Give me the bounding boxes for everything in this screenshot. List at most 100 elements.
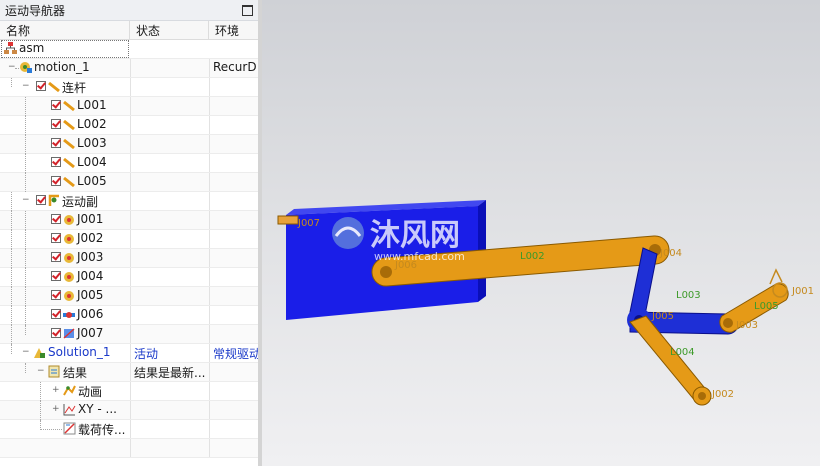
checkbox-joints[interactable] xyxy=(36,195,46,205)
tree-row-links[interactable]: − 连杆 xyxy=(0,78,262,97)
label-J001: J001 xyxy=(791,286,814,297)
watermark-title: 沐风网 xyxy=(370,218,460,253)
tree-label-L003: L003 xyxy=(77,136,107,150)
tree-row-J005[interactable]: J005 xyxy=(0,287,262,306)
tree-row-J002[interactable]: J002 xyxy=(0,230,262,249)
tree-label-J007: J007 xyxy=(77,326,104,340)
label-J007: J007 xyxy=(297,218,320,229)
status-value-solution-1: 活动 xyxy=(134,347,159,361)
checkbox-L003[interactable] xyxy=(51,138,61,148)
tree-row-motion-1[interactable]: − motion_1 RecurD xyxy=(0,59,262,78)
motion-icon xyxy=(20,62,32,73)
tree-row-L003[interactable]: L003 xyxy=(0,135,262,154)
checkbox-J002[interactable] xyxy=(51,233,61,243)
tree-row-J003[interactable]: J003 xyxy=(0,249,262,268)
column-header-status[interactable]: 状态 xyxy=(130,21,209,40)
tree-row-animation[interactable]: + 动画 xyxy=(0,382,262,401)
checkbox-L004[interactable] xyxy=(51,157,61,167)
results-icon xyxy=(48,365,60,378)
checkbox-J004[interactable] xyxy=(51,271,61,281)
link-icon xyxy=(63,100,75,112)
tree-label-solution-1: Solution_1 xyxy=(48,345,111,359)
checkbox-J007[interactable] xyxy=(51,328,61,338)
tree-label-J006: J006 xyxy=(77,307,104,321)
column-header-environment[interactable]: 环境 xyxy=(209,21,262,40)
maximize-icon[interactable] xyxy=(242,5,253,16)
tree-row-load-transfer[interactable]: 载荷传... xyxy=(0,420,262,439)
label-J005: J005 xyxy=(651,311,674,322)
collapse-icon[interactable]: − xyxy=(22,196,30,205)
tree-label-J003: J003 xyxy=(77,250,104,264)
tree-label-joints: 运动副 xyxy=(62,195,99,209)
tree-label-results: 结果 xyxy=(63,366,88,380)
tree-label-animation: 动画 xyxy=(78,385,103,399)
revolute-joint-icon xyxy=(64,234,74,244)
tree-row-J007[interactable]: J007 xyxy=(0,325,262,344)
navigator-tree: asm − motion_1 RecurD − 连杆 L001 L002 L00… xyxy=(0,40,262,458)
tree-label-J005: J005 xyxy=(77,288,104,302)
label-L002: L002 xyxy=(520,251,545,262)
collapse-icon[interactable]: − xyxy=(8,63,16,72)
label-J003: J003 xyxy=(735,320,758,331)
tree-row-results[interactable]: − 结果 结果是最新... xyxy=(0,363,262,382)
link-icon xyxy=(63,138,75,150)
tree-row-L001[interactable]: L001 xyxy=(0,97,262,116)
link-icon xyxy=(63,176,75,188)
tree-label-links: 连杆 xyxy=(62,81,87,95)
tree-row-J006[interactable]: J006 xyxy=(0,306,262,325)
label-L003: L003 xyxy=(676,290,701,301)
collapse-icon[interactable]: − xyxy=(37,367,45,376)
checkbox-J001[interactable] xyxy=(51,214,61,224)
expand-icon[interactable]: + xyxy=(52,405,60,414)
collapse-icon[interactable]: − xyxy=(22,82,30,91)
label-J004: J004 xyxy=(659,248,682,259)
collapse-icon[interactable]: − xyxy=(22,348,30,357)
tree-row-L002[interactable]: L002 xyxy=(0,116,262,135)
mechanism-model: J007 J006 L002 J004 L003 J005 J003 L004 … xyxy=(277,200,814,406)
graphics-viewport[interactable]: J007 J006 L002 J004 L003 J005 J003 L004 … xyxy=(262,0,820,466)
tree-label-L004: L004 xyxy=(77,155,107,169)
navigator-title: 运动导航器 xyxy=(5,4,66,18)
expand-icon[interactable]: + xyxy=(52,386,60,395)
assembly-icon xyxy=(4,42,17,54)
revolute-joint-icon xyxy=(64,215,74,225)
revolute-joint-icon xyxy=(64,291,74,301)
tree-row-joints[interactable]: − 运动副 xyxy=(0,192,262,211)
slider-joint-icon xyxy=(63,312,75,318)
column-header-name[interactable]: 名称 xyxy=(0,21,130,40)
revolute-joint-icon xyxy=(64,272,74,282)
status-value-results: 结果是最新... xyxy=(134,366,206,380)
tree-row-J004[interactable]: J004 xyxy=(0,268,262,287)
tree-row-L005[interactable]: L005 xyxy=(0,173,262,192)
tree-row-J001[interactable]: J001 xyxy=(0,211,262,230)
tree-row-solution-1[interactable]: − Solution_1 活动 常规驱动 xyxy=(0,344,262,363)
label-J002: J002 xyxy=(711,389,734,400)
tree-label-asm: asm xyxy=(19,41,45,55)
tree-row-L004[interactable]: L004 xyxy=(0,154,262,173)
tree-label-J002: J002 xyxy=(77,231,104,245)
checkbox-J005[interactable] xyxy=(51,290,61,300)
checkbox-L005[interactable] xyxy=(51,176,61,186)
checkbox-L001[interactable] xyxy=(51,100,61,110)
link-icon xyxy=(63,157,75,169)
environment-value-solution-1: 常规驱动 xyxy=(213,347,262,361)
navigator-title-bar: 运动导航器 xyxy=(0,0,262,21)
tree-row-asm[interactable]: asm xyxy=(0,40,262,59)
tree-label-L002: L002 xyxy=(77,117,107,131)
revolute-joint-icon xyxy=(64,253,74,263)
solution-icon xyxy=(34,348,45,358)
tree-row-xy-graph[interactable]: + XY - ... xyxy=(0,401,262,420)
xy-graph-icon xyxy=(63,404,76,416)
checkbox-J003[interactable] xyxy=(51,252,61,262)
load-transfer-icon xyxy=(63,422,76,435)
link-icon xyxy=(63,119,75,131)
tree-label-J001: J001 xyxy=(77,212,104,226)
checkbox-L002[interactable] xyxy=(51,119,61,129)
label-L004: L004 xyxy=(670,347,695,358)
checkbox-J006[interactable] xyxy=(51,309,61,319)
checkbox-links[interactable] xyxy=(36,81,46,91)
fixed-joint-icon xyxy=(63,328,75,339)
joint-J007-marker[interactable] xyxy=(277,215,299,225)
tree-label-J004: J004 xyxy=(77,269,104,283)
tree-label-L001: L001 xyxy=(77,98,107,112)
